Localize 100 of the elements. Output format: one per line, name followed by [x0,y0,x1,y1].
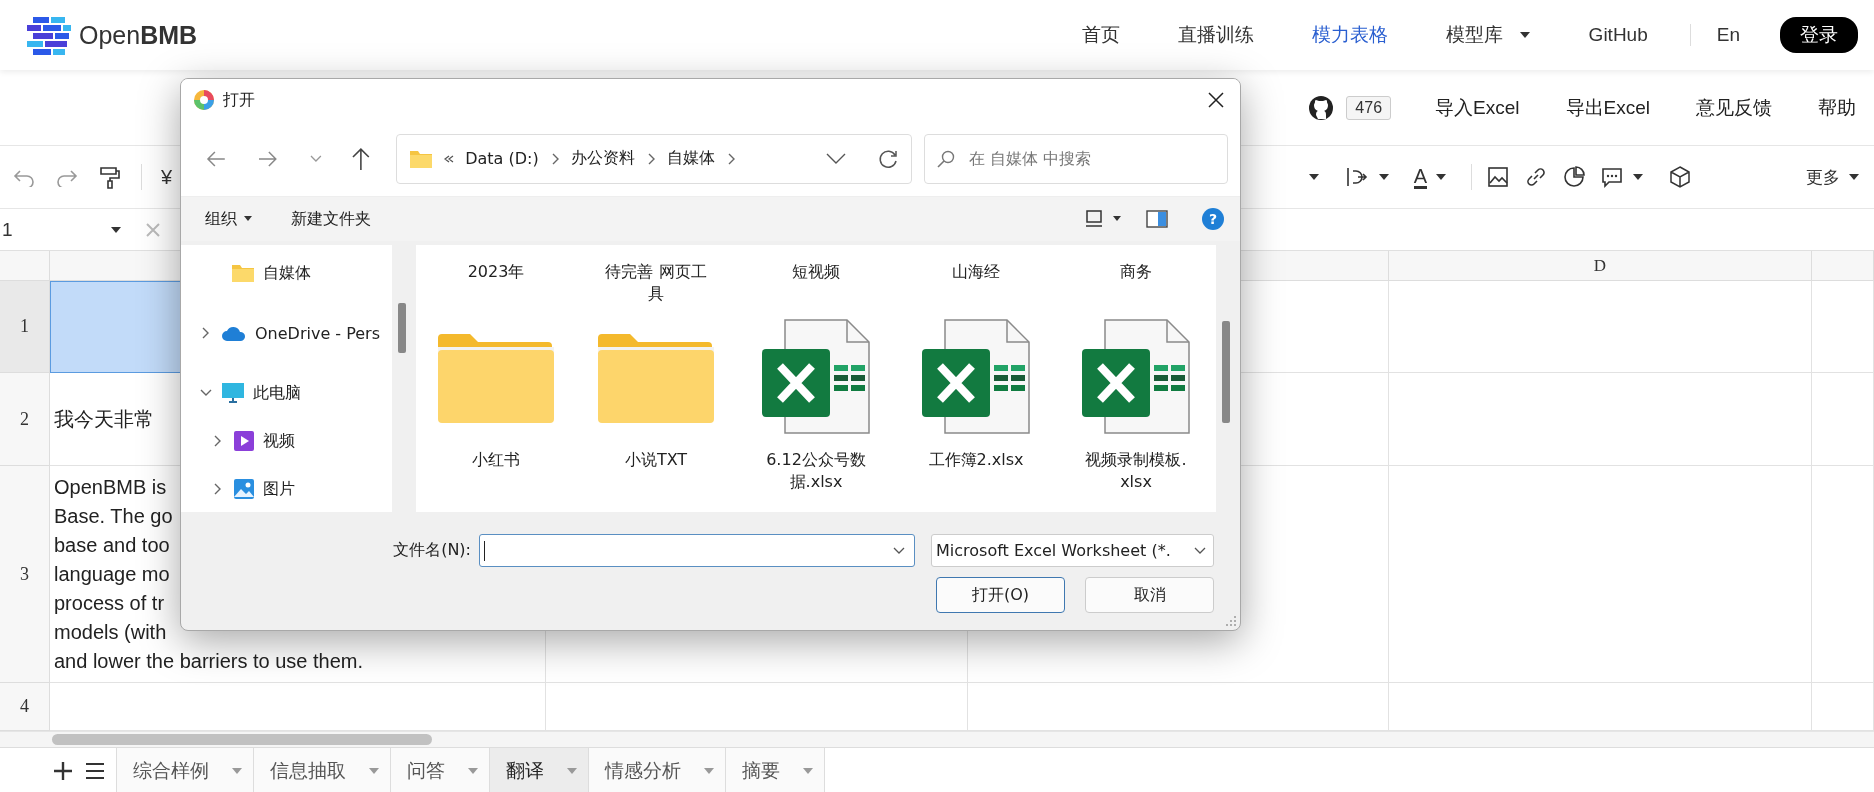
caret-icon[interactable] [1112,215,1122,223]
sheet-tab[interactable]: 翻译 [489,748,589,792]
scrollbar-thumb[interactable] [52,734,432,745]
nav-link[interactable]: 模型库 [1445,22,1531,48]
language-link[interactable]: En [1716,24,1740,46]
close-icon[interactable] [1206,90,1226,110]
plus-icon[interactable] [52,760,74,782]
sheet-tab[interactable]: 信息抽取 [253,748,391,792]
undo-icon[interactable] [12,167,36,187]
menu-link[interactable]: 导出Excel [1565,94,1650,121]
sheet-tab[interactable]: 情感分析 [588,748,726,792]
cell-text: OpenBMB is [54,474,167,500]
cell-text: Base. The go [54,503,173,529]
caret-icon[interactable] [1435,172,1447,182]
github-icon[interactable] [1308,94,1335,121]
menu-link[interactable]: 意见反馈 [1696,94,1772,121]
star-count: 476 [1346,95,1392,120]
scrollbar-thumb[interactable] [398,303,406,353]
cell-text: language mo [54,561,170,587]
redo-icon[interactable] [55,167,79,187]
search-field[interactable]: 在 自媒体 中搜索 [924,133,1228,184]
caret-icon [1848,172,1860,182]
resize-grip-icon [1225,615,1237,627]
nav-link[interactable]: 模力表格 [1311,22,1388,48]
menu-link[interactable]: 导入Excel [1435,94,1520,121]
file-name[interactable]: 待完善 网页工具 [603,261,709,305]
cell-text: models (with [54,619,167,645]
cancel-button[interactable]: 取消 [1085,577,1214,613]
field-label: 文件名(N): [393,540,471,561]
paint-roller-icon[interactable] [98,165,122,189]
cell-text: process of tr [54,590,165,616]
caret-icon[interactable] [1307,172,1320,182]
view-icon[interactable] [1084,209,1104,229]
monitor-icon [221,382,245,404]
caret-icon[interactable] [110,224,122,235]
file-name[interactable]: 小说TXT [603,449,709,471]
cell-name-field[interactable]: 1 [0,218,110,241]
chevron-down-icon[interactable] [825,151,847,166]
sheet-tab[interactable]: 问答 [390,748,490,792]
spreadsheet-file-icon[interactable] [761,319,871,435]
chart-icon[interactable] [1562,165,1586,189]
file-name[interactable]: 山海经 [923,261,1029,305]
caret-icon [231,766,243,776]
cube-icon[interactable] [1668,165,1692,189]
file-name[interactable]: 短视频 [763,261,869,305]
file-type-dropdown[interactable]: Microsoft Excel Worksheet (*. [931,534,1214,567]
nav-link[interactable]: 直播训练 [1177,22,1254,48]
file-name[interactable]: 2023年 [443,261,549,305]
spreadsheet-file-icon[interactable] [921,319,1031,435]
file-name[interactable]: 小红书 [443,449,549,471]
picture-icon [233,478,255,500]
refresh-icon[interactable] [877,147,899,170]
filename-field[interactable] [479,534,915,567]
sheet-tab[interactable]: 综合样例 [116,748,254,792]
row-header[interactable]: 2 [0,373,50,466]
caret-icon [368,766,380,776]
row-header[interactable]: 1 [0,281,50,373]
caret-icon[interactable] [1377,172,1390,182]
tree-item[interactable]: OneDrive - Pers [181,309,392,357]
caret-icon[interactable] [1632,172,1644,182]
nav-link[interactable]: 首页 [1081,22,1120,48]
folder-icon [409,148,434,169]
text-color-button[interactable]: A [1413,165,1427,189]
spreadsheet-file-icon[interactable] [1081,319,1191,435]
breadcrumb-item[interactable]: 办公资料 [570,148,635,169]
file-name[interactable]: 工作簿2.xlsx [923,449,1029,471]
file-name[interactable]: 商务 [1083,261,1189,305]
help-button[interactable]: ? [1202,208,1224,230]
row-header[interactable]: 4 [0,683,50,731]
file-name[interactable]: 6.12公众号数据.xlsx [763,449,869,493]
breadcrumb-item[interactable]: Data (D:) [465,149,539,168]
menu-icon[interactable] [84,760,106,782]
tree-item[interactable]: 视频 [181,417,392,465]
menu-link[interactable]: 帮助 [1818,94,1856,121]
tree-item[interactable]: 此电脑 [181,369,392,417]
address-bar[interactable]: Data (D:) 办公资料 自媒体 [396,133,912,184]
login-button[interactable]: 登录 [1780,17,1858,53]
image-icon[interactable] [1486,165,1510,189]
cloud-icon [221,324,247,342]
tree-item[interactable]: 图片 [181,465,392,512]
file-name[interactable]: 视频录制模板.xlsx [1083,449,1189,493]
preview-pane-icon[interactable] [1146,210,1168,228]
app-icon [193,89,215,111]
organize-button[interactable]: 组织 [199,204,259,234]
currency-button[interactable]: ¥ [161,165,173,189]
breadcrumb-item[interactable]: 自媒体 [666,148,715,169]
dialog-title: 打开 [223,89,255,111]
more-button[interactable]: 更多 [1806,165,1860,189]
comment-icon[interactable] [1600,165,1624,189]
open-button[interactable]: 打开(O) [936,577,1065,613]
column-header[interactable]: D [1389,251,1812,281]
caret-icon [703,766,715,776]
nav-link[interactable]: GitHub [1588,24,1648,46]
row-header[interactable]: 3 [0,466,50,683]
new-folder-button[interactable]: 新建文件夹 [285,204,377,234]
tree-item[interactable]: 自媒体 [181,249,392,297]
cell-text: 我今天非常 [54,406,154,432]
sheet-tab[interactable]: 摘要 [725,748,825,792]
link-icon[interactable] [1524,165,1548,189]
scrollbar-thumb[interactable] [1222,321,1230,423]
